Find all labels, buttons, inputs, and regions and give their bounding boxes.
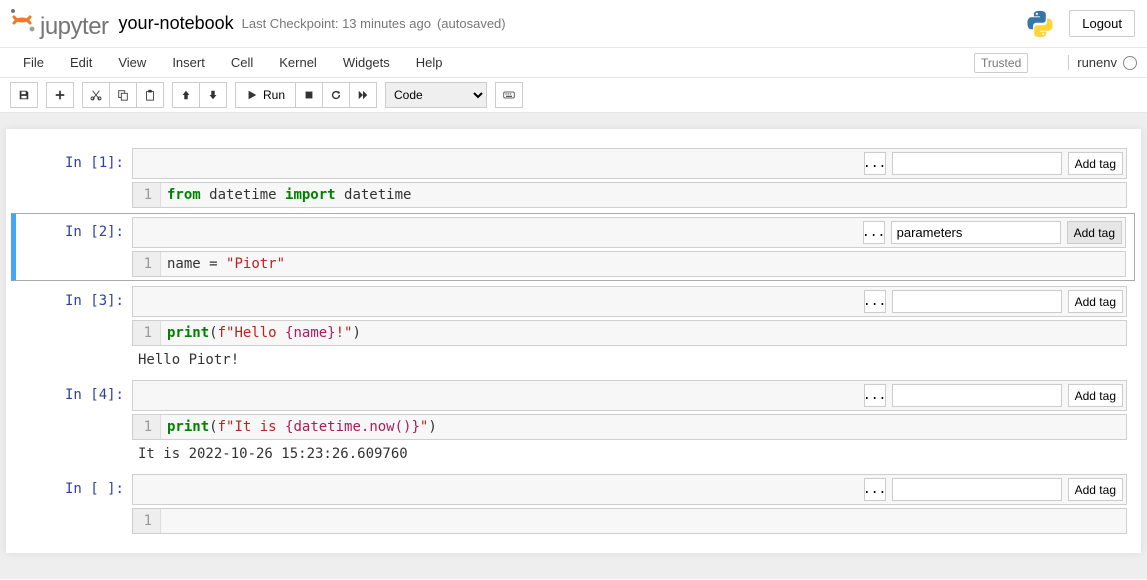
toolbar: Run Code	[0, 78, 1147, 113]
jupyter-icon	[8, 6, 36, 34]
line-number: 1	[133, 252, 161, 276]
trusted-indicator[interactable]: Trusted	[974, 53, 1028, 73]
checkpoint-text: Last Checkpoint: 13 minutes ago	[242, 16, 431, 31]
menu-insert[interactable]: Insert	[159, 49, 218, 76]
input-prompt: In [2]:	[16, 217, 132, 277]
cell[interactable]: In [1]:... Add tag 1from datetime import d…	[12, 145, 1135, 211]
add-tag-button[interactable]: Add tag	[1068, 152, 1123, 175]
cell-output: It is 2022-10-26 15:23:26.609760	[132, 440, 1127, 466]
move-down-button[interactable]	[200, 82, 227, 108]
kernel-indicator[interactable]: runenv	[1068, 55, 1137, 70]
line-number: 1	[133, 415, 161, 439]
menu-edit[interactable]: Edit	[57, 49, 105, 76]
cell-body: ... Add tag 1	[132, 474, 1131, 534]
restart-run-all-button[interactable]	[350, 82, 377, 108]
menu-help[interactable]: Help	[403, 49, 456, 76]
cell-toolbar-more-button[interactable]: ...	[864, 290, 886, 313]
jupyter-logo[interactable]: jupyter	[8, 6, 109, 41]
cell[interactable]: In [2]:... Add tag 1name = "Piotr"	[11, 213, 1135, 281]
add-tag-button[interactable]: Add tag	[1068, 384, 1123, 407]
input-prompt: In [4]:	[12, 380, 132, 466]
command-palette-button[interactable]	[495, 82, 523, 108]
code-input[interactable]: 1name = "Piotr"	[132, 251, 1126, 277]
menu-view[interactable]: View	[105, 49, 159, 76]
tag-input[interactable]	[891, 221, 1061, 244]
save-button[interactable]	[10, 82, 38, 108]
add-cell-button[interactable]	[46, 82, 74, 108]
header: jupyter your-notebook Last Checkpoint: 1…	[0, 0, 1147, 48]
cell-body: ... Add tag 1print(f"Hello {name}!")Hello …	[132, 286, 1131, 372]
code-input[interactable]: 1print(f"It is {datetime.now()}")	[132, 414, 1127, 440]
tag-bar: ... Add tag	[132, 380, 1127, 411]
restart-button[interactable]	[323, 82, 350, 108]
move-up-button[interactable]	[172, 82, 200, 108]
input-prompt: In [ ]:	[12, 474, 132, 534]
cell-output: Hello Piotr!	[132, 346, 1127, 372]
line-number: 1	[133, 183, 161, 207]
menu-widgets[interactable]: Widgets	[330, 49, 403, 76]
menu-cell[interactable]: Cell	[218, 49, 266, 76]
cell[interactable]: In [4]:... Add tag 1print(f"It is {datetim…	[12, 377, 1135, 469]
line-number: 1	[133, 509, 161, 533]
cell-body: ... Add tag 1print(f"It is {datetime.now()…	[132, 380, 1131, 466]
cell-toolbar-more-button[interactable]: ...	[864, 384, 886, 407]
tag-input[interactable]	[892, 384, 1062, 407]
logout-button[interactable]: Logout	[1069, 10, 1135, 37]
line-number: 1	[133, 321, 161, 345]
kernel-name: runenv	[1077, 55, 1117, 70]
run-label: Run	[263, 88, 285, 102]
code-input[interactable]: 1	[132, 508, 1127, 534]
add-tag-button[interactable]: Add tag	[1068, 290, 1123, 313]
code-line: name = "Piotr"	[161, 252, 1125, 276]
kernel-status-icon	[1123, 56, 1137, 70]
menubar: FileEditViewInsertCellKernelWidgetsHelp …	[0, 48, 1147, 78]
menu-file[interactable]: File	[10, 49, 57, 76]
notebook-area: In [1]:...Add tag1from datetime import d…	[0, 113, 1147, 579]
code-line: print(f"It is {datetime.now()}")	[161, 415, 1126, 439]
tag-input[interactable]	[892, 290, 1062, 313]
cell[interactable]: In [ ]:... Add tag 1	[12, 471, 1135, 537]
cell-toolbar-more-button[interactable]: ...	[864, 478, 886, 501]
input-prompt: In [3]:	[12, 286, 132, 372]
tag-bar: ... Add tag	[132, 286, 1127, 317]
run-button[interactable]: Run	[235, 82, 296, 108]
menu-kernel[interactable]: Kernel	[266, 49, 330, 76]
interrupt-button[interactable]	[296, 82, 323, 108]
logo-text: jupyter	[40, 13, 109, 41]
cell[interactable]: In [3]:... Add tag 1print(f"Hello {name}!"…	[12, 283, 1135, 375]
tag-input[interactable]	[892, 152, 1062, 175]
tag-bar: ... Add tag	[132, 474, 1127, 505]
python-icon	[1025, 9, 1055, 39]
input-prompt: In [1]:	[12, 148, 132, 208]
tag-bar: ... Add tag	[132, 217, 1126, 248]
tag-input[interactable]	[892, 478, 1062, 501]
notebook-name[interactable]: your-notebook	[119, 13, 234, 34]
paste-button[interactable]	[137, 82, 164, 108]
cell-body: ... Add tag 1from datetime import datetime	[132, 148, 1131, 208]
cut-button[interactable]	[82, 82, 110, 108]
autosave-text: (autosaved)	[437, 16, 506, 31]
add-tag-button[interactable]: Add tag	[1067, 221, 1122, 244]
code-input[interactable]: 1print(f"Hello {name}!")	[132, 320, 1127, 346]
cell-body: ... Add tag 1name = "Piotr"	[132, 217, 1130, 277]
cell-toolbar-more-button[interactable]: ...	[863, 221, 885, 244]
copy-button[interactable]	[110, 82, 137, 108]
cell-type-select[interactable]: Code	[385, 82, 487, 108]
tag-bar: ... Add tag	[132, 148, 1127, 179]
code-line	[161, 509, 1126, 533]
code-line: print(f"Hello {name}!")	[161, 321, 1126, 345]
cell-toolbar-more-button[interactable]: ...	[864, 152, 886, 175]
code-line: from datetime import datetime	[161, 183, 1126, 207]
notebook-container: In [1]:...Add tag1from datetime import d…	[6, 129, 1141, 553]
code-input[interactable]: 1from datetime import datetime	[132, 182, 1127, 208]
add-tag-button[interactable]: Add tag	[1068, 478, 1123, 501]
